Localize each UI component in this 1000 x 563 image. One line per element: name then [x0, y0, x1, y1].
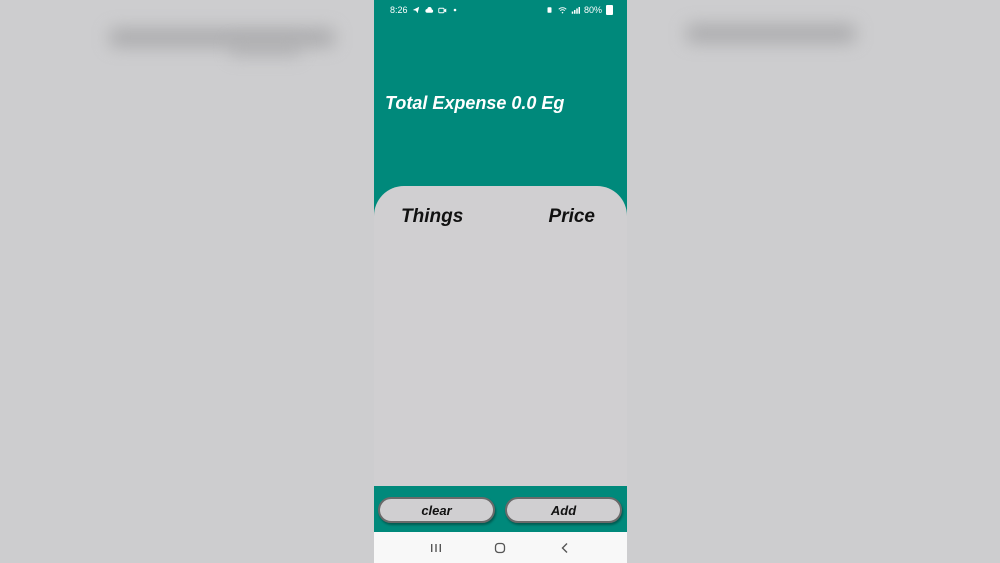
- back-icon[interactable]: [555, 538, 575, 558]
- dot-icon: [451, 6, 460, 15]
- blurred-background-left: ▬▬▬▬: [0, 0, 374, 563]
- blurred-background-shape: [230, 40, 300, 58]
- blurred-background-right: ▬▬▬: [627, 0, 1000, 563]
- status-time: 8:26: [390, 5, 408, 15]
- battery-icon: [606, 5, 613, 15]
- status-right: 80%: [545, 5, 613, 15]
- action-bar: clear Add: [374, 486, 627, 532]
- home-icon[interactable]: [490, 538, 510, 558]
- wifi-icon: [558, 6, 567, 15]
- add-button[interactable]: Add: [505, 497, 622, 523]
- system-nav-bar: [374, 532, 627, 563]
- telegram-icon: [412, 6, 421, 15]
- status-left: 8:26: [390, 5, 460, 15]
- camera-icon: [437, 6, 447, 15]
- clear-button[interactable]: clear: [378, 497, 495, 523]
- phone-screen: 8:26 80% Total Expense 0.0 Eg Things Pri…: [374, 0, 627, 563]
- blurred-background-shape: ▬▬▬: [687, 0, 855, 54]
- column-header-things: Things: [401, 206, 464, 227]
- alarm-icon: [545, 6, 554, 15]
- recents-icon[interactable]: [426, 538, 446, 558]
- expense-list-card[interactable]: Things Price: [374, 186, 627, 486]
- blurred-background-shape: ▬▬▬▬: [110, 0, 334, 58]
- expense-header: Total Expense 0.0 Eg: [374, 20, 627, 190]
- cloud-icon: [424, 6, 434, 15]
- total-expense-label: Total Expense 0.0 Eg: [385, 93, 565, 113]
- column-header-price: Price: [548, 206, 595, 227]
- signal-icon: [571, 6, 580, 15]
- battery-percent: 80%: [583, 5, 602, 15]
- status-bar: 8:26 80%: [374, 0, 627, 20]
